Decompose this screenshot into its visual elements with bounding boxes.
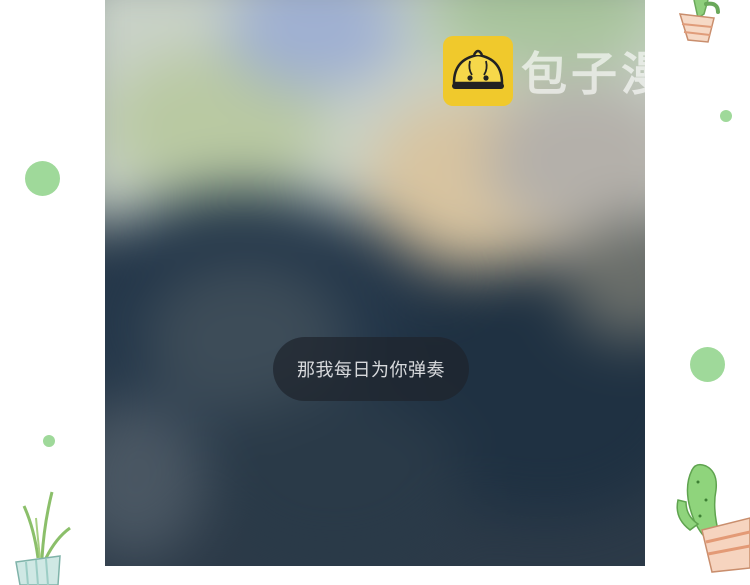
decorative-dot [690, 347, 725, 382]
reader-page: 包子漫畫 那我每日为你弹奏 [0, 0, 750, 585]
cactus-pot-icon [676, 463, 750, 573]
dialogue-caption: 那我每日为你弹奏 [273, 337, 469, 401]
decorative-dot [720, 110, 732, 122]
comic-panel: 包子漫畫 那我每日为你弹奏 [105, 0, 645, 566]
steamed-bun-icon [443, 36, 513, 106]
watermark-brand-text: 包子漫畫 [521, 47, 645, 101]
cactus-pot-icon [678, 0, 720, 43]
plant-pot-icon [15, 491, 71, 585]
watermark: 包子漫畫 [443, 36, 645, 106]
decorative-dot [25, 161, 60, 196]
decorative-dot [43, 435, 55, 447]
